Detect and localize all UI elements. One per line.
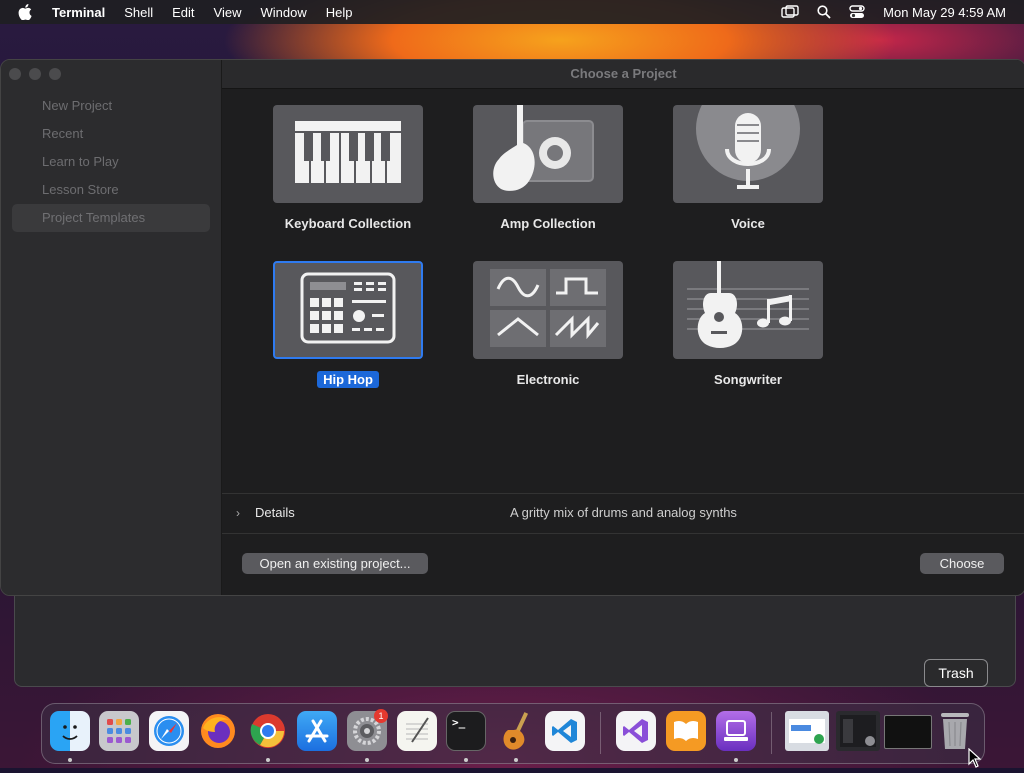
zoom-button[interactable] bbox=[49, 68, 61, 80]
finder-icon[interactable] bbox=[50, 711, 90, 751]
template-label: Hip Hop bbox=[258, 371, 438, 388]
template-label: Electronic bbox=[516, 372, 580, 387]
chrome-icon[interactable] bbox=[248, 711, 288, 751]
details-bar: › Details A gritty mix of drums and anal… bbox=[222, 493, 1024, 534]
template-keyboard-collection[interactable] bbox=[273, 105, 423, 203]
template-amp-collection[interactable] bbox=[473, 105, 623, 203]
mouse-cursor bbox=[968, 747, 982, 773]
acoustic-guitar-icon bbox=[673, 261, 823, 359]
running-indicator bbox=[365, 758, 369, 762]
podcasts-creator-icon[interactable] bbox=[716, 711, 756, 751]
open-existing-project-button[interactable]: Open an existing project... bbox=[242, 553, 428, 574]
templates-pane: Choose a Project Keyboard Collection Amp… bbox=[222, 60, 1024, 595]
running-indicator bbox=[734, 758, 738, 762]
menu-edit[interactable]: Edit bbox=[172, 5, 194, 20]
choose-button[interactable]: Choose bbox=[920, 553, 1004, 574]
template-label: Amp Collection bbox=[500, 216, 596, 231]
garageband-icon[interactable] bbox=[496, 711, 536, 751]
waveforms-icon bbox=[490, 268, 606, 352]
terminal-icon[interactable]: >_ bbox=[446, 711, 486, 751]
dock-separator bbox=[771, 712, 772, 754]
background-terminal-window[interactable] bbox=[14, 585, 1016, 687]
books-icon[interactable] bbox=[666, 711, 706, 751]
vscode-icon[interactable] bbox=[545, 711, 585, 751]
sidebar-item-lesson-store[interactable]: Lesson Store bbox=[12, 176, 210, 204]
minimized-terminal-window-icon[interactable] bbox=[884, 715, 932, 749]
minimize-button[interactable] bbox=[29, 68, 41, 80]
menu-app-name[interactable]: Terminal bbox=[52, 5, 105, 20]
sidebar-item-project-templates[interactable]: Project Templates bbox=[12, 204, 210, 232]
menu-help[interactable]: Help bbox=[326, 5, 353, 20]
running-indicator bbox=[266, 758, 270, 762]
menu-clock[interactable]: Mon May 29 4:59 AM bbox=[883, 5, 1006, 20]
menu-view[interactable]: View bbox=[214, 5, 242, 20]
template-label: Keyboard Collection bbox=[284, 216, 412, 231]
screen-mirroring-icon[interactable] bbox=[781, 5, 799, 19]
search-icon[interactable] bbox=[817, 5, 831, 19]
notification-badge: 1 bbox=[374, 709, 388, 723]
control-center-icon[interactable] bbox=[849, 5, 865, 19]
launchpad-icon[interactable] bbox=[99, 711, 139, 751]
app-store-icon[interactable] bbox=[297, 711, 337, 751]
close-button[interactable] bbox=[9, 68, 21, 80]
template-hip-hop[interactable] bbox=[273, 261, 423, 359]
sidebar-item-recent[interactable]: Recent bbox=[12, 120, 210, 148]
choose-project-window: New Project Recent Learn to Play Lesson … bbox=[0, 59, 1024, 596]
trash-icon[interactable] bbox=[935, 711, 975, 751]
guitar-amp-icon bbox=[473, 105, 623, 203]
running-indicator bbox=[514, 758, 518, 762]
firefox-icon[interactable] bbox=[198, 711, 238, 751]
safari-icon[interactable] bbox=[149, 711, 189, 751]
template-electronic[interactable] bbox=[473, 261, 623, 359]
microphone-icon bbox=[673, 105, 823, 203]
template-description: A gritty mix of drums and analog synths bbox=[510, 505, 737, 520]
dock: 1 >_ bbox=[41, 703, 985, 764]
template-label: Voice bbox=[731, 216, 765, 231]
visual-studio-icon[interactable] bbox=[616, 711, 656, 751]
apple-menu-icon[interactable] bbox=[18, 4, 36, 20]
window-controls bbox=[9, 68, 69, 80]
menu-window[interactable]: Window bbox=[261, 5, 307, 20]
drum-machine-icon bbox=[300, 272, 396, 349]
textedit-icon[interactable] bbox=[397, 711, 437, 751]
template-songwriter[interactable] bbox=[673, 261, 823, 359]
running-indicator bbox=[68, 758, 72, 762]
dock-separator bbox=[600, 712, 601, 754]
terminal-prompt-icon: >_ bbox=[452, 716, 466, 729]
piano-keys-icon bbox=[295, 120, 401, 188]
sidebar-item-learn-to-play[interactable]: Learn to Play bbox=[12, 148, 210, 176]
sidebar-item-new-project[interactable]: New Project bbox=[12, 92, 210, 120]
dock-tooltip: Trash bbox=[924, 659, 988, 687]
running-indicator bbox=[464, 758, 468, 762]
template-voice[interactable] bbox=[673, 105, 823, 203]
minimized-chrome-window-icon[interactable] bbox=[785, 711, 829, 751]
template-label: Songwriter bbox=[714, 372, 782, 387]
minimized-settings-window-icon[interactable] bbox=[836, 711, 880, 751]
sidebar: New Project Recent Learn to Play Lesson … bbox=[1, 60, 222, 595]
window-title: Choose a Project bbox=[222, 60, 1024, 89]
menu-bar: Terminal Shell Edit View Window Help Mon… bbox=[0, 0, 1024, 24]
menu-shell[interactable]: Shell bbox=[124, 5, 153, 20]
